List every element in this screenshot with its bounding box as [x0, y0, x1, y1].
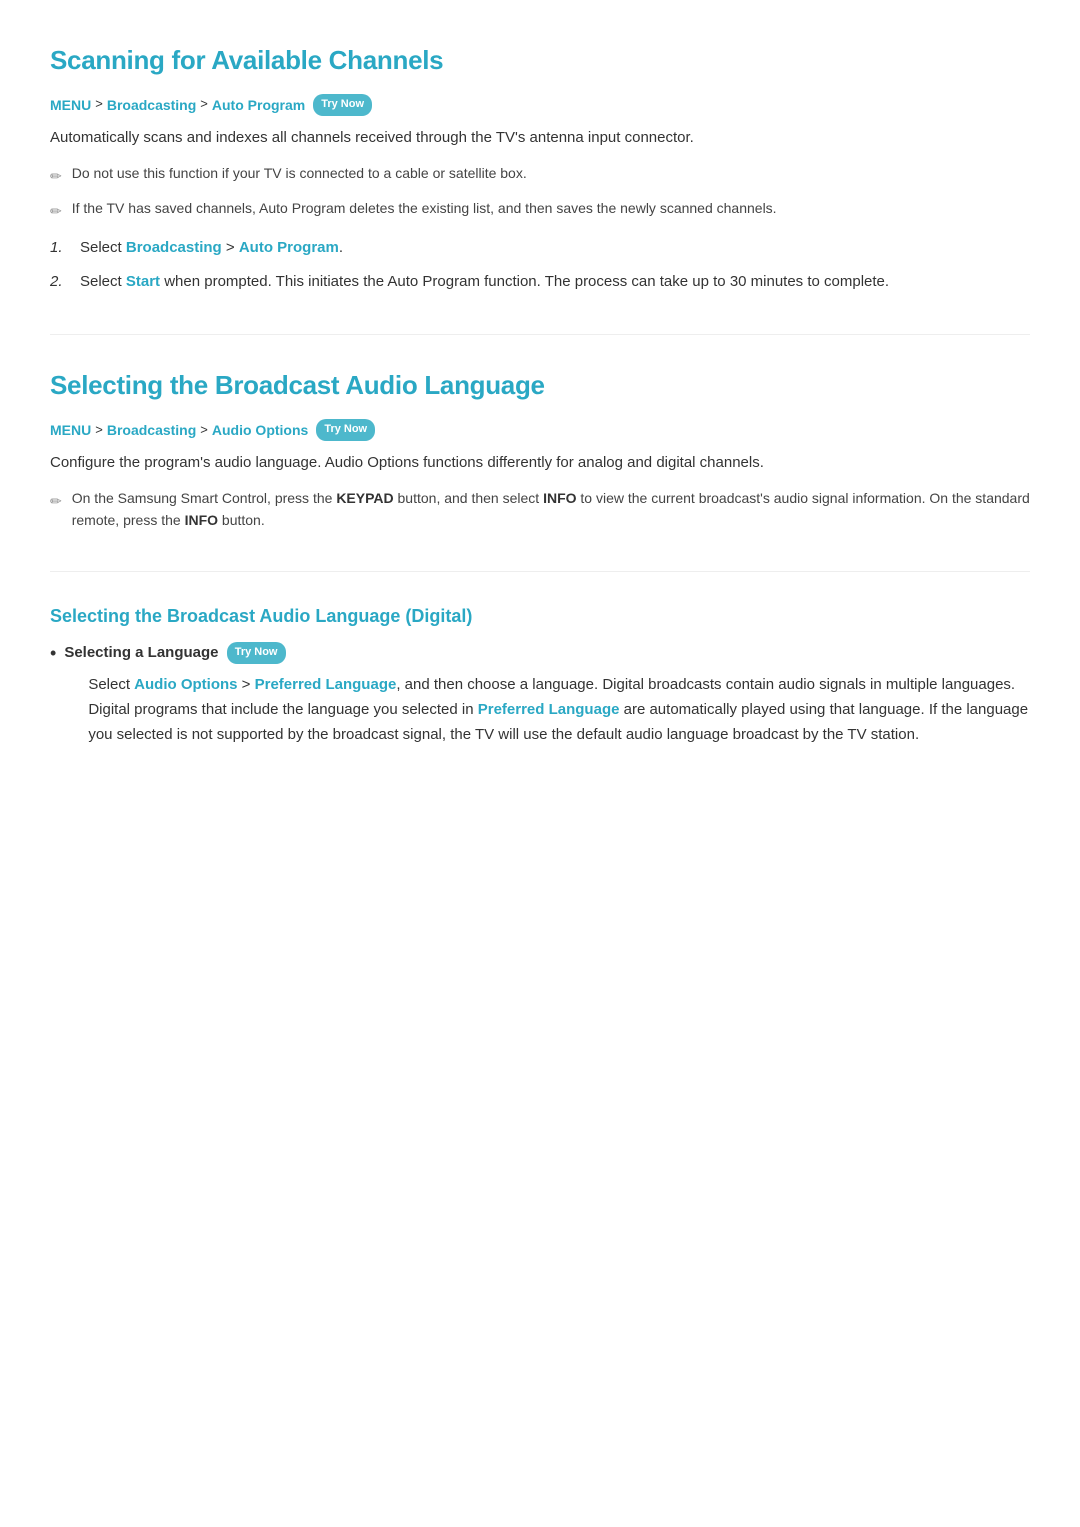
section2-title: Selecting the Broadcast Audio Language — [50, 365, 1030, 407]
try-now-badge-2[interactable]: Try Now — [316, 419, 375, 441]
step-1: 1. Select Broadcasting > Auto Program. — [50, 236, 1030, 260]
breadcrumb2-broadcasting: Broadcasting — [107, 419, 196, 441]
note-item-1: Do not use this function if your TV is c… — [50, 163, 1030, 190]
section-audio-language: Selecting the Broadcast Audio Language M… — [50, 365, 1030, 531]
note-text-3: On the Samsung Smart Control, press the … — [72, 488, 1030, 531]
bullet-item-1: • Selecting a Language Try Now Select Au… — [50, 641, 1030, 747]
bullet-text-1: Selecting a Language Try Now Select Audi… — [64, 641, 1030, 747]
selecting-language-label: Selecting a Language — [64, 644, 218, 661]
info-label-2: INFO — [185, 512, 218, 528]
breadcrumb-sep1: > — [95, 94, 103, 115]
section-divider-1 — [50, 334, 1030, 335]
try-now-badge-1[interactable]: Try Now — [313, 94, 372, 116]
section2-notes: On the Samsung Smart Control, press the … — [50, 488, 1030, 531]
section1-description: Automatically scans and indexes all chan… — [50, 126, 1030, 151]
step-text-2: Select Start when prompted. This initiat… — [80, 270, 1030, 294]
try-now-badge-3[interactable]: Try Now — [227, 642, 286, 664]
breadcrumb2-menu: MENU — [50, 419, 91, 441]
keypad-label: KEYPAD — [336, 490, 393, 506]
step-number-1: 1. — [50, 236, 68, 260]
section1-steps: 1. Select Broadcasting > Auto Program. 2… — [50, 236, 1030, 294]
note-item-2: If the TV has saved channels, Auto Progr… — [50, 198, 1030, 225]
section3-bullets: • Selecting a Language Try Now Select Au… — [50, 641, 1030, 747]
section1-title: Scanning for Available Channels — [50, 40, 1030, 82]
step2-link-start: Start — [126, 273, 160, 290]
breadcrumb-broadcasting: Broadcasting — [107, 94, 196, 116]
selecting-language-description: Select Audio Options > Preferred Languag… — [88, 673, 1030, 747]
note-text-2: If the TV has saved channels, Auto Progr… — [72, 198, 1030, 220]
section3-title: Selecting the Broadcast Audio Language (… — [50, 602, 1030, 631]
breadcrumb2-audio-options: Audio Options — [212, 419, 308, 441]
preferred-language-link-1: Preferred Language — [255, 676, 397, 693]
section2-breadcrumb: MENU > Broadcasting > Audio Options Try … — [50, 419, 1030, 441]
step1-link-broadcasting: Broadcasting — [126, 239, 222, 256]
breadcrumb2-sep1: > — [95, 420, 103, 441]
breadcrumb2-sep2: > — [200, 420, 208, 441]
info-label-1: INFO — [543, 490, 576, 506]
breadcrumb-menu: MENU — [50, 94, 91, 116]
section-audio-language-digital: Selecting the Broadcast Audio Language (… — [50, 602, 1030, 747]
pencil-icon-3 — [50, 490, 62, 515]
breadcrumb-sep2: > — [200, 94, 208, 115]
step-number-2: 2. — [50, 270, 68, 294]
step1-link-auto-program: Auto Program — [239, 239, 339, 256]
step-text-1: Select Broadcasting > Auto Program. — [80, 236, 1030, 260]
pencil-icon-1 — [50, 165, 62, 190]
bullet-dot-1: • — [50, 641, 56, 666]
preferred-language-link-2: Preferred Language — [478, 701, 620, 718]
section-scanning-channels: Scanning for Available Channels MENU > B… — [50, 40, 1030, 294]
note-item-3: On the Samsung Smart Control, press the … — [50, 488, 1030, 531]
section2-description: Configure the program's audio language. … — [50, 451, 1030, 476]
section1-notes: Do not use this function if your TV is c… — [50, 163, 1030, 225]
note-text-1: Do not use this function if your TV is c… — [72, 163, 1030, 185]
audio-options-link: Audio Options — [134, 676, 237, 693]
step-2: 2. Select Start when prompted. This init… — [50, 270, 1030, 294]
pencil-icon-2 — [50, 200, 62, 225]
section1-breadcrumb: MENU > Broadcasting > Auto Program Try N… — [50, 94, 1030, 116]
breadcrumb-auto-program: Auto Program — [212, 94, 305, 116]
section-divider-2 — [50, 571, 1030, 572]
